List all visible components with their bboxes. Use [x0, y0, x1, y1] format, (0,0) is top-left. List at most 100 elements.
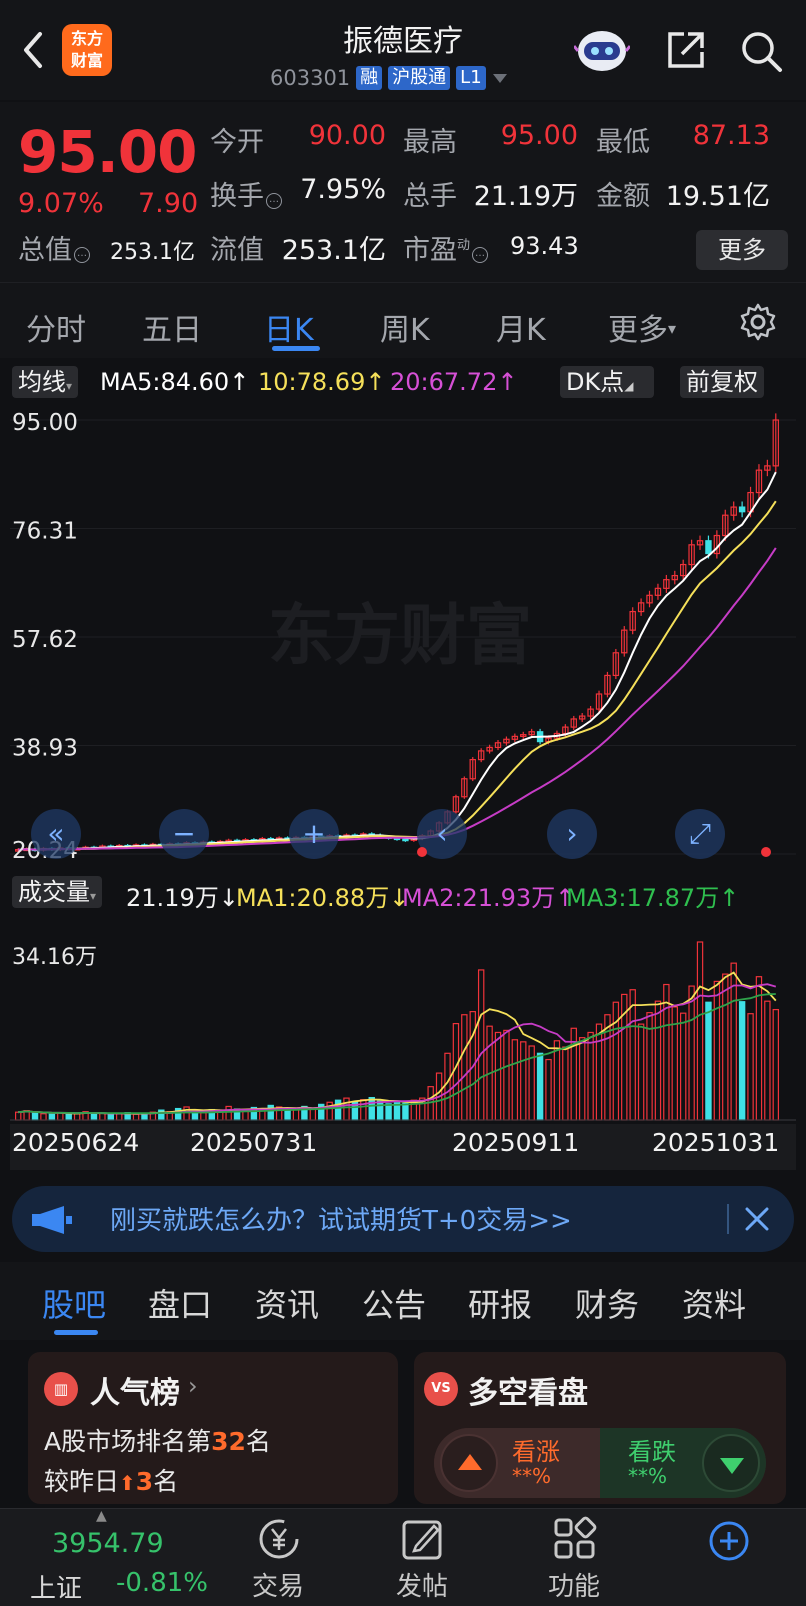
dropdown-triangle-icon[interactable] — [492, 72, 508, 84]
volume-bar — [629, 989, 636, 1121]
ranking-chart-icon: ▥ — [44, 1372, 78, 1406]
tab-research[interactable]: 研报 — [468, 1280, 532, 1326]
float-cap-value: 253.1亿 — [281, 235, 386, 266]
volume-bar — [31, 1112, 39, 1121]
tab-profile[interactable]: 资料 — [682, 1280, 746, 1326]
dropdown-triangle-icon: ▾ — [90, 889, 97, 903]
date-tick: 20251031 — [652, 1128, 780, 1157]
pe-dynamic-sup: 动 — [457, 238, 471, 253]
volume-axis-max: 34.16万 — [12, 945, 97, 970]
tab-news[interactable]: 资讯 — [255, 1280, 319, 1326]
nav-trade-label[interactable]: 交易 — [252, 1566, 304, 1603]
volume-bar — [772, 1008, 780, 1121]
edit-post-icon[interactable] — [400, 1516, 446, 1562]
add-circle-icon[interactable] — [708, 1520, 750, 1562]
volume-bar — [595, 1023, 603, 1121]
volume-bars — [14, 941, 780, 1121]
volume-selector-dropdown[interactable]: 成交量▾ — [12, 876, 103, 908]
level-tag: L1 — [456, 66, 486, 90]
candle-body — [705, 540, 712, 555]
amount-value: 19.51亿 — [665, 181, 770, 212]
volume-bar — [654, 1000, 662, 1121]
bull-percent: **% — [512, 1464, 552, 1488]
volume-bar — [461, 1014, 468, 1121]
index-value[interactable]: 3954.79 — [52, 1528, 164, 1559]
promo-banner-text[interactable]: 刚买就跌怎么办？试试期货T+0交易>> — [110, 1200, 572, 1237]
ma20-line — [18, 547, 777, 851]
search-icon[interactable] — [738, 28, 784, 74]
volume-bar — [242, 1110, 249, 1121]
volume-bar — [520, 1041, 527, 1121]
zoom-out-icon-glyph: − — [172, 817, 195, 850]
tab-guba[interactable]: 股吧 — [42, 1280, 106, 1326]
share-export-icon[interactable] — [664, 28, 708, 72]
dropdown-triangle-icon: ▾ — [668, 319, 677, 338]
tab-daily-k[interactable]: 日K — [264, 305, 314, 349]
turnover-label[interactable]: 换手… — [210, 174, 282, 213]
index-name[interactable]: 上证 — [30, 1568, 82, 1605]
pe-label[interactable]: 市盈动… — [403, 228, 489, 267]
bull-arrow-circle — [440, 1434, 498, 1492]
arrow-up-icon: ⬆ — [119, 1471, 136, 1495]
nav-function-label[interactable]: 功能 — [548, 1566, 600, 1603]
volume-bar — [503, 1029, 510, 1121]
rank-change-number: 3 — [135, 1467, 154, 1496]
robot-assistant-icon[interactable] — [574, 24, 630, 74]
volume-bar — [360, 1099, 367, 1121]
rank-line: A股市场排名第32名 — [44, 1427, 271, 1456]
tab-monthly-k[interactable]: 月K — [496, 305, 546, 349]
volume-bar — [343, 1097, 350, 1121]
popularity-card-title: 人气榜 — [90, 1376, 180, 1411]
volume-bar — [545, 1058, 552, 1121]
popularity-card[interactable]: ▥ 人气榜 › A股市场排名第32名 较昨日⬆3名 — [28, 1352, 398, 1504]
dk-point-dropdown[interactable]: DK点◢ — [560, 366, 654, 398]
chevron-right-icon: › — [188, 1372, 198, 1400]
tab-financials[interactable]: 财务 — [575, 1280, 639, 1326]
info-icon[interactable]: … — [266, 193, 282, 209]
ma-selector-dropdown[interactable]: 均线▾ — [12, 366, 79, 398]
market-cap-value: 253.1亿 — [110, 240, 195, 265]
triangle-down-icon — [720, 1458, 744, 1474]
candlestick-chart[interactable]: 东方财富 95.0076.3157.6238.9320.24 «−+‹›⤢ — [10, 408, 796, 892]
index-change[interactable]: -0.81% — [116, 1568, 208, 1598]
connect-tag: 沪股通 — [388, 66, 451, 90]
nav-post-label[interactable]: 发帖 — [396, 1566, 448, 1603]
volume-bar — [663, 983, 670, 1121]
vote-bear-button[interactable]: 看跌 **% — [600, 1428, 766, 1498]
close-icon[interactable] — [742, 1204, 772, 1234]
volume-bar — [200, 1112, 207, 1121]
adjust-dropdown[interactable]: 前复权 — [680, 366, 764, 398]
gear-icon[interactable] — [738, 302, 778, 342]
price-axis-label: 76.31 — [12, 519, 78, 545]
volume-chart[interactable]: 34.16万 — [10, 932, 796, 1124]
tab-order-book[interactable]: 盘口 — [148, 1280, 212, 1326]
info-icon[interactable]: … — [472, 247, 489, 263]
tab-announcements[interactable]: 公告 — [362, 1280, 426, 1326]
banner-divider — [727, 1204, 729, 1234]
stock-code-row[interactable]: 603301 融 沪股通 L1 — [270, 64, 508, 92]
volume-bar — [722, 973, 729, 1121]
dropdown-triangle-icon: ▾ — [66, 379, 73, 393]
quote-more-button[interactable]: 更多 — [696, 230, 788, 270]
volume-bar — [738, 1001, 746, 1121]
function-grid-icon[interactable] — [552, 1516, 598, 1562]
tab-five-day[interactable]: 五日 — [142, 305, 202, 349]
high-label: 最高 — [403, 127, 457, 158]
ma5-value: MA5:84.60↑ — [100, 368, 250, 396]
info-icon[interactable]: … — [74, 247, 90, 263]
volume-bar — [376, 1100, 384, 1121]
chart-watermark: 东方财富 — [268, 597, 532, 674]
market-cap-label[interactable]: 总值… — [18, 228, 90, 267]
ma20-value: 20:67.72↑ — [390, 368, 518, 396]
tab-intraday[interactable]: 分时 — [26, 305, 86, 349]
trade-yen-icon[interactable] — [256, 1516, 302, 1562]
tab-more[interactable]: 更多▾ — [608, 305, 676, 349]
tab-weekly-k[interactable]: 周K — [380, 305, 430, 349]
vol-ma3-line — [18, 993, 776, 1115]
megaphone-icon — [32, 1206, 72, 1234]
volume-bar — [40, 1113, 47, 1121]
volume-bar — [73, 1113, 81, 1121]
candle-body — [738, 506, 746, 513]
volume-bar — [705, 1001, 712, 1121]
vote-bull-button[interactable]: 看涨 **% — [434, 1428, 600, 1498]
